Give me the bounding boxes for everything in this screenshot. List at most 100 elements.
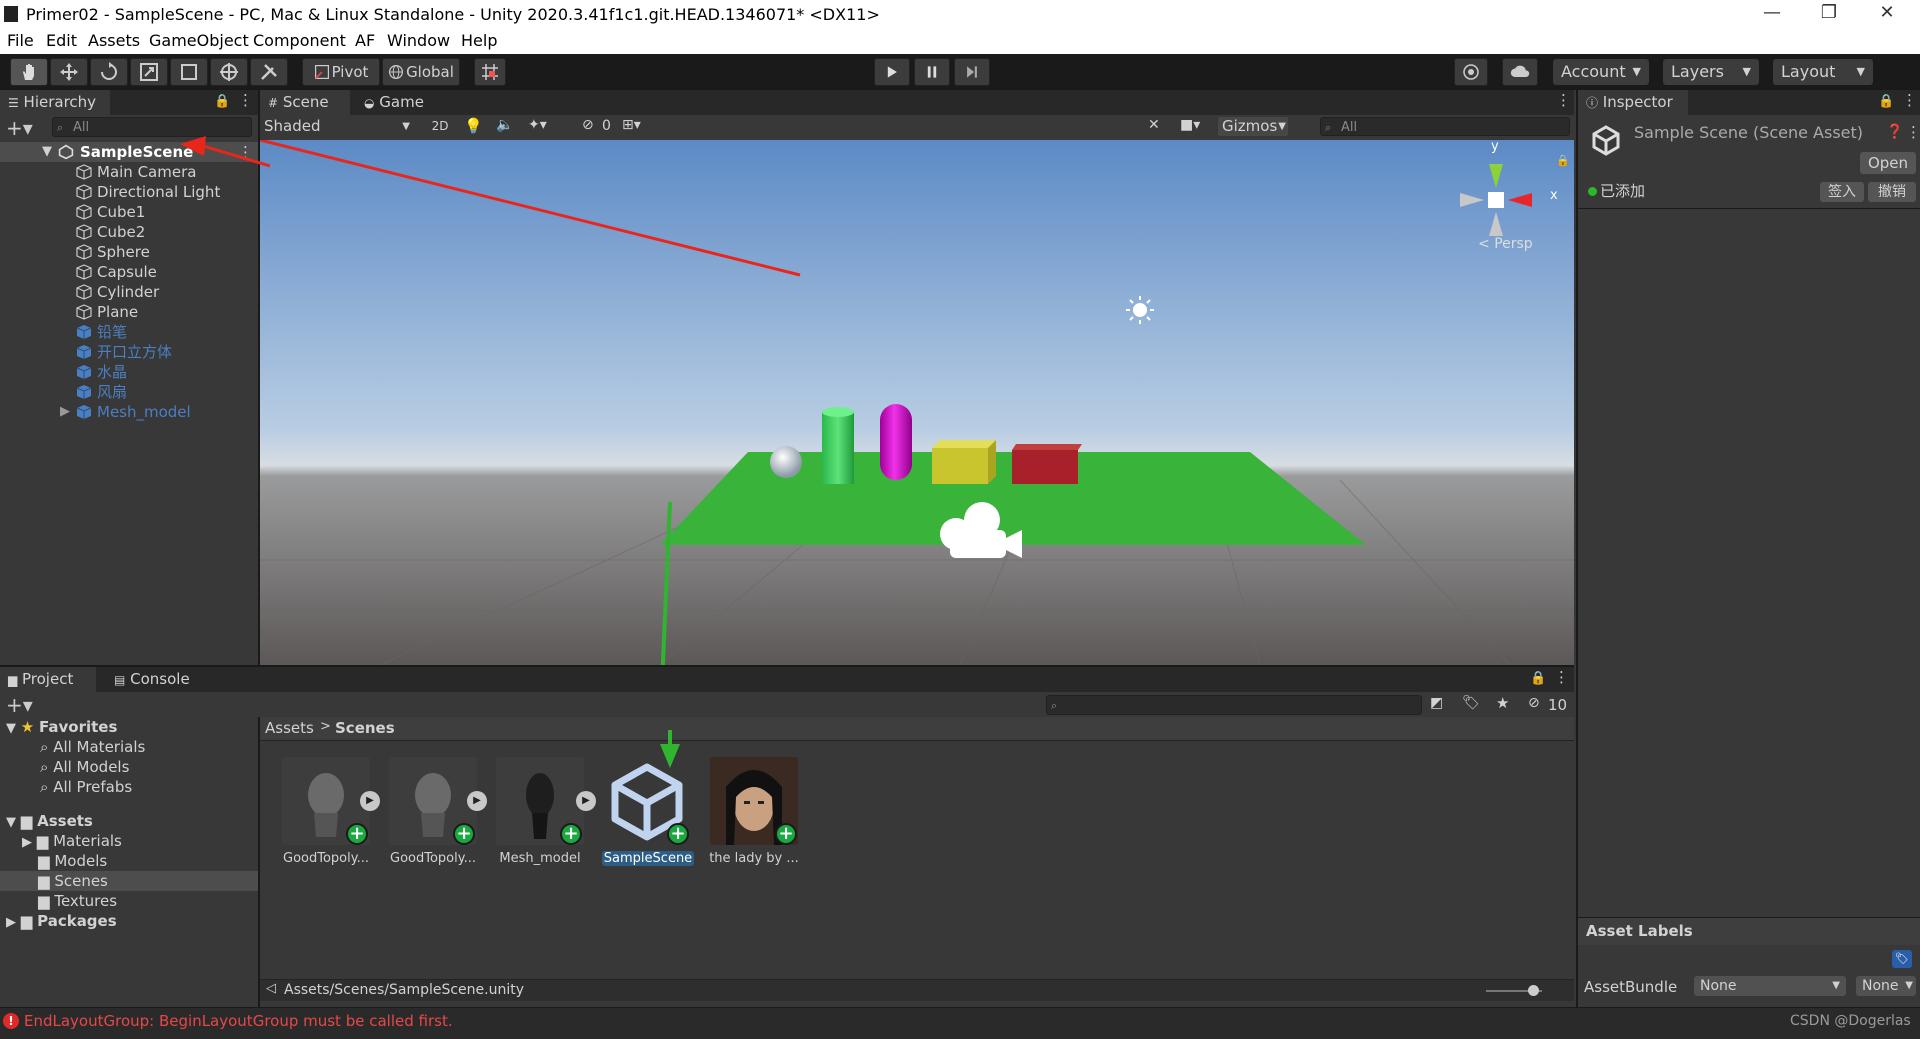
tools-icon[interactable]: ✕ (1148, 117, 1160, 133)
asset-bundle-dropdown[interactable]: None ▼ (1694, 976, 1846, 996)
camera-icon[interactable]: ■▾ (1180, 117, 1200, 133)
menu-file[interactable]: File (7, 31, 34, 50)
hidden-packages-icon[interactable]: ⊘ (1528, 695, 1540, 711)
menu-af[interactable]: AF (355, 31, 375, 50)
scene-viewport[interactable]: y x 🔒 < Persp (260, 140, 1574, 665)
expand-asset-icon[interactable]: ▶ (360, 791, 380, 811)
favorites-node[interactable]: ▼ ★ Favorites (6, 717, 117, 737)
tab-inspector[interactable]: ⓘ Inspector (1578, 90, 1688, 115)
tab-scene[interactable]: # Scene (260, 90, 350, 115)
project-search-input[interactable]: ⌕ (1046, 695, 1422, 715)
hand-tool-button[interactable] (10, 58, 48, 86)
collab-button[interactable] (1454, 58, 1488, 86)
hierarchy-item-directional-light[interactable]: Directional Light (0, 182, 258, 202)
pivot-toggle[interactable]: Pivot (302, 58, 380, 86)
play-button[interactable] (874, 58, 910, 86)
hierarchy-prefab-crystal[interactable]: 水晶 (0, 362, 258, 382)
hidden-objects-icon[interactable]: ⊘ (582, 117, 594, 133)
hierarchy-item-sphere[interactable]: Sphere (0, 242, 258, 262)
lock-icon[interactable]: 🔒 (1530, 671, 1546, 686)
account-dropdown[interactable]: Account ▼ (1553, 59, 1649, 85)
hierarchy-item-cube2[interactable]: Cube2 (0, 222, 258, 242)
hierarchy-prefab-pencil[interactable]: 铅笔 (0, 322, 258, 342)
zoom-slider-handle[interactable] (1528, 985, 1539, 996)
menu-window[interactable]: Window (387, 31, 450, 50)
asset-bundle-variant-dropdown[interactable]: None ▼ (1856, 976, 1916, 996)
scale-tool-button[interactable] (130, 58, 168, 86)
favorite-all-models[interactable]: ⌕ All Models (40, 757, 129, 777)
favorite-all-materials[interactable]: ⌕ All Materials (40, 737, 145, 757)
more-options-icon[interactable]: ⋮ (1556, 91, 1571, 109)
more-options-icon[interactable]: ⋮ (1906, 123, 1921, 141)
tab-game[interactable]: ◒ Game (356, 90, 436, 115)
lock-icon[interactable]: 🔒 (1878, 94, 1894, 109)
maximize-button[interactable]: ❐ (1806, 2, 1852, 28)
tab-project[interactable]: ▆ Project (0, 667, 96, 692)
menu-assets[interactable]: Assets (88, 31, 140, 50)
more-options-icon[interactable]: ⋮ (1902, 91, 1917, 109)
expand-arrow-icon[interactable]: ▶ (60, 402, 70, 422)
expand-asset-icon[interactable]: ▶ (467, 791, 487, 811)
menu-edit[interactable]: Edit (46, 31, 77, 50)
tab-console[interactable]: ▤ Console (106, 667, 206, 692)
lighting-toggle-icon[interactable]: 💡 (464, 117, 483, 135)
gizmos-dropdown[interactable]: Gizmos ▼ (1218, 117, 1288, 136)
minimize-button[interactable]: — (1749, 2, 1795, 28)
cloud-button[interactable] (1502, 58, 1538, 86)
hierarchy-prefab-fan[interactable]: 风扇 (0, 382, 258, 402)
hierarchy-prefab-open-cube[interactable]: 开口立方体 (0, 342, 258, 362)
error-message[interactable]: EndLayoutGroup: BeginLayoutGroup must be… (24, 1012, 453, 1030)
effects-toggle-icon[interactable]: ✦▾ (528, 117, 547, 133)
grid-snap-button[interactable] (474, 58, 506, 86)
shading-mode-dropdown[interactable]: Shaded ▼ (264, 117, 414, 136)
help-icon[interactable]: ❓ (1886, 124, 1903, 140)
more-options-icon[interactable]: ⋮ (1554, 668, 1569, 686)
audio-toggle-icon[interactable]: 🔈 (496, 117, 513, 133)
folder-scenes[interactable]: ▆ Scenes (38, 871, 108, 891)
step-button[interactable] (954, 58, 990, 86)
lock-icon[interactable]: 🔒 (214, 94, 230, 109)
open-button[interactable]: Open (1860, 152, 1916, 174)
rotate-tool-button[interactable] (90, 58, 128, 86)
expand-arrow-icon[interactable]: ▼ (42, 142, 52, 162)
layers-dropdown[interactable]: Layers ▼ (1663, 59, 1759, 85)
hierarchy-item-plane[interactable]: Plane (0, 302, 258, 322)
hierarchy-item-capsule[interactable]: Capsule (0, 262, 258, 282)
menu-help[interactable]: Help (461, 31, 497, 50)
scene-search-input[interactable]: ⌕ All (1320, 117, 1570, 136)
hierarchy-prefab-mesh-model[interactable]: ▶ Mesh_model (0, 402, 258, 422)
move-tool-button[interactable] (50, 58, 88, 86)
gizmo-lock-icon[interactable]: 🔒 (1556, 154, 1570, 167)
tab-hierarchy[interactable]: ☰ Hierarchy (0, 90, 110, 115)
persp-label[interactable]: < Persp (1478, 236, 1533, 252)
revert-button[interactable]: 撤销 (1868, 182, 1916, 202)
breadcrumb-root[interactable]: Assets (265, 719, 314, 737)
favorites-star-icon[interactable]: ★ (1496, 694, 1509, 712)
close-button[interactable]: ✕ (1864, 2, 1910, 28)
checkin-button[interactable]: 签入 (1820, 182, 1864, 202)
rect-tool-button[interactable] (170, 58, 208, 86)
grid-toggle-icon[interactable]: ⊞▾ (622, 117, 641, 133)
hierarchy-item-cylinder[interactable]: Cylinder (0, 282, 258, 302)
pause-button[interactable] (914, 58, 950, 86)
assets-node[interactable]: ▼ ▆ Assets (6, 811, 93, 831)
favorite-all-prefabs[interactable]: ⌕ All Prefabs (40, 777, 132, 797)
folder-materials[interactable]: ▶ ▆ Materials (22, 831, 122, 851)
folder-textures[interactable]: ▆ Textures (38, 891, 117, 911)
search-by-type-icon[interactable]: ◩ (1430, 695, 1443, 711)
panel-divider[interactable] (258, 717, 260, 1009)
packages-node[interactable]: ▶ ▆ Packages (6, 911, 117, 931)
folder-models[interactable]: ▆ Models (38, 851, 107, 871)
global-toggle[interactable]: Global (382, 58, 460, 86)
custom-tool-button[interactable] (250, 58, 288, 86)
menu-component[interactable]: Component (253, 31, 346, 50)
create-asset-button[interactable]: +▾ (6, 693, 33, 717)
layout-dropdown[interactable]: Layout ▼ (1773, 59, 1873, 85)
expand-asset-icon[interactable]: ▶ (576, 791, 596, 811)
search-by-label-icon[interactable]: 🏷 (1462, 695, 1480, 711)
breadcrumb-current[interactable]: Scenes (335, 719, 395, 737)
transform-tool-button[interactable] (210, 58, 248, 86)
more-options-icon[interactable]: ⋮ (238, 91, 253, 109)
add-object-button[interactable]: +▾ (6, 116, 33, 140)
label-tag-icon[interactable]: 🏷 (1892, 950, 1912, 968)
